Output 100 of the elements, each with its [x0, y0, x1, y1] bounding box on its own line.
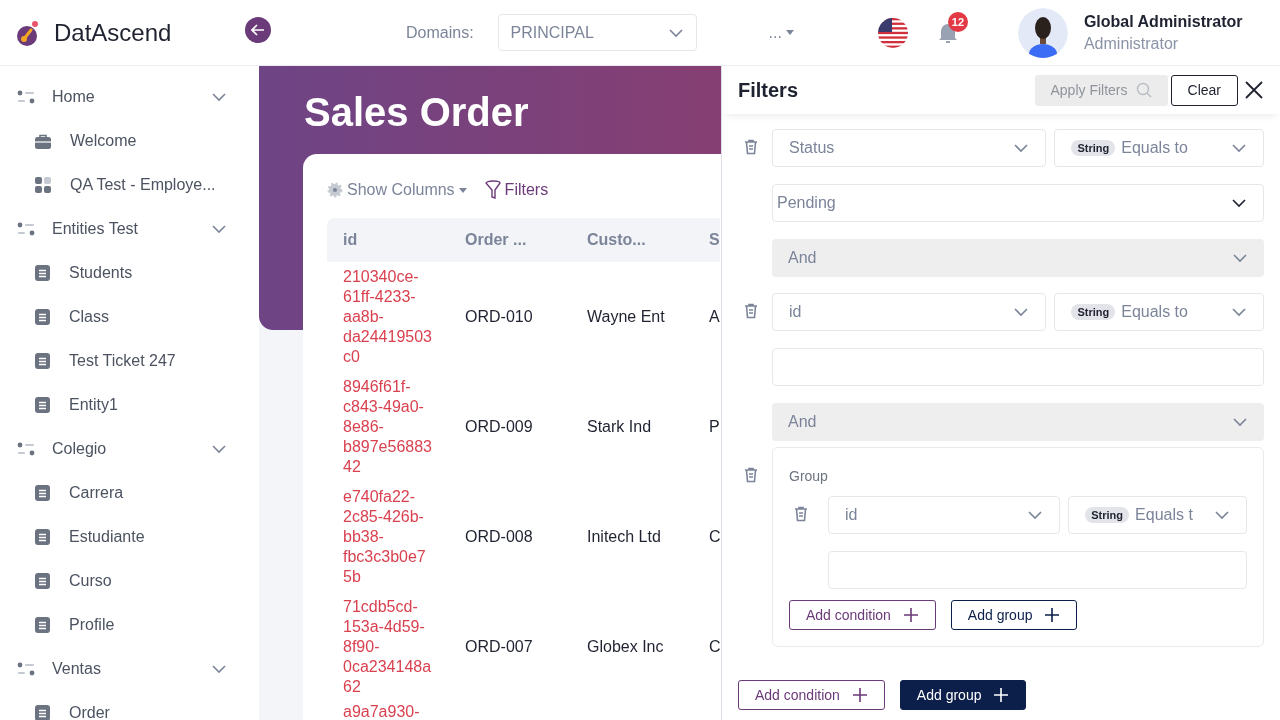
table-cell: Wayne Ent: [571, 262, 693, 372]
domains-label: Domains:: [406, 23, 474, 42]
value-field[interactable]: [772, 348, 1264, 386]
chevron-down-icon: [1231, 307, 1247, 317]
chevron-down-icon: [1013, 143, 1030, 153]
document-icon: [35, 617, 50, 633]
chevron-down-icon: [1231, 198, 1247, 208]
table-cell-text: C: [708, 637, 720, 657]
table-cell: 210340ce-61ff-4233-aa8b-da24419503c0: [327, 262, 449, 372]
table-cell-text: e740fa22-2c85-426b-bb38-fbc3c3b0e75b: [342, 487, 427, 587]
table-cell-text: Initech Ltd: [586, 527, 662, 547]
notification-badge: 12: [947, 11, 968, 32]
sidebar-group[interactable]: Entities Test: [0, 207, 259, 251]
sidebar-item[interactable]: Test Ticket 247: [0, 339, 259, 383]
field-select[interactable]: id: [772, 293, 1047, 331]
table-cell-text: P: [708, 417, 720, 437]
more-menu[interactable]: ...: [768, 23, 794, 42]
chevron-down-icon: [667, 27, 684, 38]
type-badge: String: [1071, 140, 1116, 156]
list-icon: [17, 90, 35, 104]
document-icon: [35, 573, 50, 589]
trash-icon[interactable]: [744, 467, 758, 483]
collapse-button[interactable]: [245, 16, 271, 43]
add-group-button[interactable]: Add group: [950, 600, 1078, 630]
table-cell-text: ORD-007: [464, 637, 534, 657]
logo-icon: [16, 19, 40, 46]
document-icon: [35, 485, 50, 501]
trash-icon[interactable]: [744, 139, 758, 155]
group-label: Group: [789, 468, 829, 484]
value-field[interactable]: [828, 551, 1247, 589]
arrow-left-icon: [251, 23, 265, 36]
value-select[interactable]: Pending: [772, 184, 1264, 222]
trash-icon[interactable]: [744, 303, 758, 319]
operator-select[interactable]: String Equals to: [1054, 293, 1264, 331]
field-select[interactable]: id: [828, 496, 1061, 534]
close-icon[interactable]: [1244, 80, 1264, 100]
chevron-down-icon: [211, 444, 227, 454]
table-cell: A: [693, 262, 720, 372]
sidebar-item[interactable]: Curso: [0, 559, 259, 603]
document-icon: [35, 309, 50, 325]
search-icon: [1135, 82, 1152, 98]
document-icon: [35, 265, 50, 281]
plus-icon: [1044, 607, 1061, 623]
table-cell-text: C: [708, 527, 720, 547]
clear-button[interactable]: Clear: [1170, 74, 1238, 106]
table-cell-text: 8946f61f-c843-49a0-8e86-b897e5688342: [342, 377, 433, 477]
list-icon: [17, 662, 35, 676]
sidebar-item[interactable]: Students: [0, 251, 259, 295]
caret-icon: [785, 30, 794, 35]
chevron-down-icon: [1232, 253, 1248, 263]
grid-icon: [35, 177, 51, 193]
caret-icon: [458, 187, 467, 193]
table-cell-text: Globex Inc: [586, 637, 665, 657]
sidebar-group[interactable]: Home: [0, 75, 259, 119]
sidebar-item[interactable]: Welcome: [0, 119, 259, 163]
sidebar-item[interactable]: Carrera: [0, 471, 259, 515]
plus-icon: [993, 687, 1010, 703]
sidebar-item[interactable]: Entity1: [0, 383, 259, 427]
document-icon: [35, 397, 50, 413]
plus-icon: [851, 687, 868, 703]
type-badge: String: [1071, 304, 1116, 320]
sidebar-group[interactable]: Colegio: [0, 427, 259, 471]
add-condition-button[interactable]: Add condition: [789, 600, 936, 630]
table-cell-text: ORD-008: [464, 527, 534, 547]
filters-button[interactable]: Filters: [484, 180, 549, 200]
chevron-down-icon: [1027, 510, 1044, 520]
brand-name: DatAscend: [54, 18, 172, 47]
list-icon: [17, 442, 35, 456]
chevron-down-icon: [211, 664, 227, 674]
column-header[interactable]: Order ...: [449, 218, 571, 262]
page-title: Sales Order: [304, 90, 529, 135]
sidebar-group[interactable]: Ventas: [0, 647, 259, 691]
sidebar-item[interactable]: QA Test - Employe...: [0, 163, 259, 207]
add-group-button[interactable]: Add group: [899, 680, 1027, 710]
chevron-down-icon: [1232, 417, 1248, 427]
document-icon: [35, 353, 50, 369]
sidebar-item[interactable]: Class: [0, 295, 259, 339]
document-icon: [35, 529, 50, 545]
chevron-down-icon: [211, 92, 227, 102]
flag-icon[interactable]: [877, 17, 908, 48]
show-columns-button[interactable]: Show Columns: [327, 181, 467, 199]
table-cell-text: ORD-009: [464, 417, 534, 437]
domain-select[interactable]: PRINCIPAL: [497, 14, 697, 51]
funnel-icon: [484, 180, 501, 200]
operator-select[interactable]: String Equals to: [1054, 129, 1264, 167]
chevron-down-icon: [1214, 510, 1230, 520]
add-condition-button[interactable]: Add condition: [738, 680, 885, 710]
table-cell-text: Stark Ind: [586, 417, 653, 437]
avatar-icon[interactable]: [1017, 7, 1068, 58]
sidebar-item[interactable]: Profile: [0, 603, 259, 647]
sidebar-item[interactable]: Estudiante: [0, 515, 259, 559]
sidebar-item[interactable]: Order: [0, 691, 259, 720]
trash-icon[interactable]: [794, 506, 808, 522]
gear-icon: [327, 182, 343, 198]
chevron-down-icon: [1013, 307, 1030, 317]
briefcase-icon: [35, 133, 51, 149]
field-select[interactable]: Status: [772, 129, 1047, 167]
chevron-down-icon: [211, 224, 227, 234]
operator-select[interactable]: String Equals t: [1068, 496, 1247, 534]
user-name: Global Administrator: [1083, 12, 1243, 31]
